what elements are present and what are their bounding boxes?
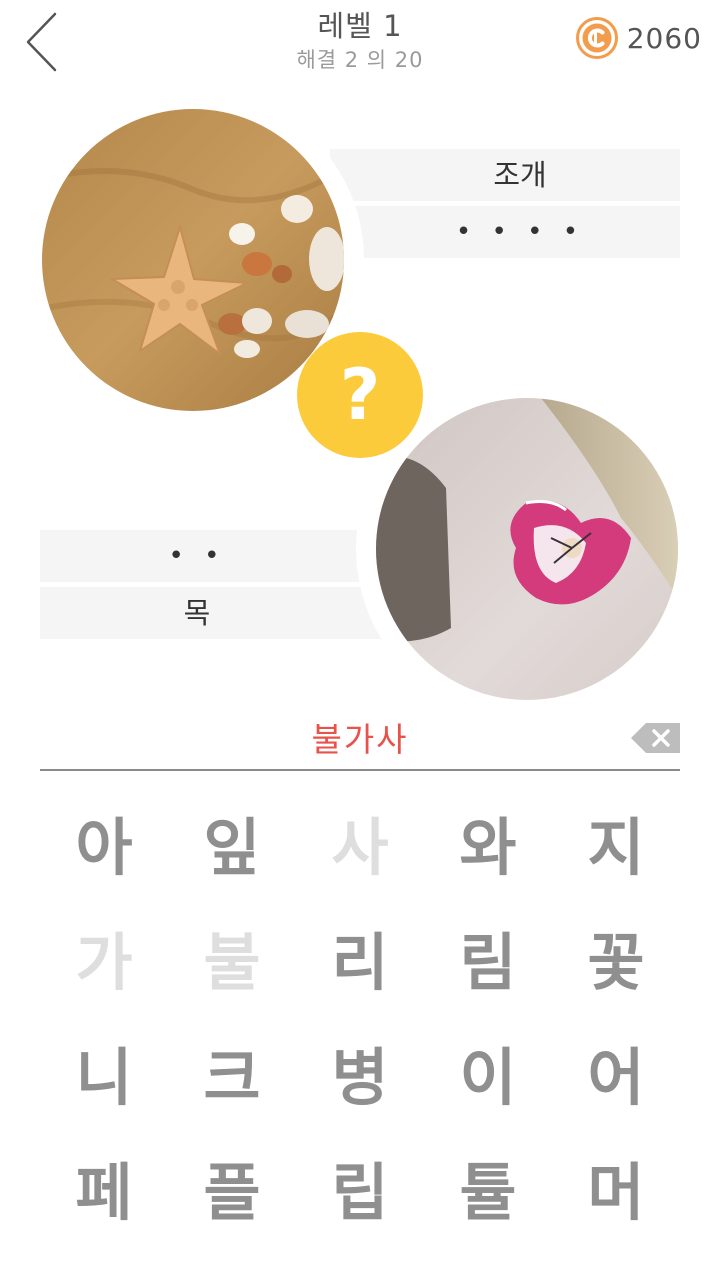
letter-tile[interactable]: 사: [296, 790, 424, 905]
clue2-hidden-word: • •: [168, 541, 226, 571]
letter-tile[interactable]: 지: [552, 790, 680, 905]
hint-button[interactable]: ?: [297, 332, 423, 458]
clue2-image-tulip-neck: [376, 398, 678, 700]
coin-icon: [575, 17, 618, 59]
answer-underline: [40, 769, 680, 771]
letter-tile[interactable]: 페: [40, 1135, 168, 1250]
clue1-hidden-word: • • • •: [455, 217, 585, 247]
delete-button[interactable]: [630, 722, 682, 754]
clue2-word: 목: [183, 596, 211, 630]
level-title: 레벨 1: [317, 9, 403, 43]
letter-tile[interactable]: 가: [40, 905, 168, 1020]
letter-tile[interactable]: 림: [424, 905, 552, 1020]
clue1-image-starfish: [42, 109, 344, 411]
letter-tile[interactable]: 머: [552, 1135, 680, 1250]
letter-tile[interactable]: 리: [296, 905, 424, 1020]
letter-grid: 아잎사와지가불리림꽃니크병이어페플립튤머: [40, 790, 680, 1250]
letter-tile[interactable]: 튤: [424, 1135, 552, 1250]
letter-tile[interactable]: 병: [296, 1020, 424, 1135]
letter-tile[interactable]: 잎: [168, 790, 296, 905]
coin-balance[interactable]: 2060: [575, 16, 702, 60]
letter-tile[interactable]: 플: [168, 1135, 296, 1250]
letter-tile[interactable]: 이: [424, 1020, 552, 1135]
clue1-word: 조개: [493, 158, 547, 192]
letter-tile[interactable]: 어: [552, 1020, 680, 1135]
letter-tile[interactable]: 불: [168, 905, 296, 1020]
letter-tile[interactable]: 아: [40, 790, 168, 905]
back-button[interactable]: [18, 10, 68, 74]
letter-tile[interactable]: 니: [40, 1020, 168, 1135]
letter-tile[interactable]: 크: [168, 1020, 296, 1135]
backspace-icon: [631, 723, 680, 753]
coin-count: 2060: [626, 21, 702, 55]
letter-tile[interactable]: 립: [296, 1135, 424, 1250]
progress-text: 해결 2 의 20: [296, 48, 424, 72]
letter-tile[interactable]: 와: [424, 790, 552, 905]
header-title: 레벨 1 해결 2 의 20: [200, 6, 520, 74]
letter-tile[interactable]: 꽃: [552, 905, 680, 1020]
chevron-left-icon: [26, 12, 57, 72]
answer-input: 불가사: [311, 720, 409, 759]
